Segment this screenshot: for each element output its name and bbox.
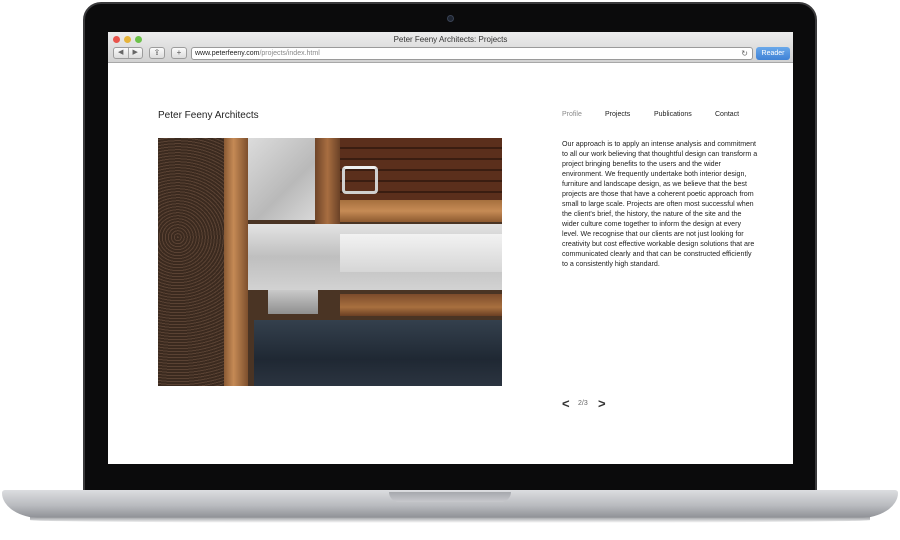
laptop-frame: Peter Feeny Architects: Projects ◀ ▶ ⇪ +… (0, 0, 900, 540)
project-photo (158, 138, 502, 386)
nav-publications[interactable]: Publications (654, 111, 692, 118)
pager-count: 2/3 (578, 400, 588, 407)
photo-slab-inner (340, 234, 502, 272)
nav-contact[interactable]: Contact (715, 111, 739, 118)
reload-icon[interactable]: ↻ (741, 49, 748, 58)
photo-deck-board (340, 200, 502, 222)
photo-beam-low (340, 294, 502, 316)
photo-stone (248, 138, 315, 220)
nav-profile[interactable]: Profile (562, 111, 582, 118)
site-title[interactable]: Peter Feeny Architects (158, 110, 259, 121)
address-bar[interactable]: www.peterfeeny.com/projects/index.html ↻ (191, 47, 753, 60)
next-arrow-icon[interactable]: > (598, 396, 606, 411)
photo-beam (224, 138, 248, 386)
back-forward-buttons: ◀ ▶ (113, 47, 143, 59)
photo-bracket (268, 290, 318, 314)
laptop-notch (389, 492, 511, 502)
camera-icon (447, 15, 454, 22)
add-bookmark-icon[interactable]: + (171, 47, 187, 59)
photo-handle (342, 166, 378, 194)
project-description: Our approach is to apply an intense anal… (562, 140, 758, 268)
window-title: Peter Feeny Architects: Projects (393, 35, 508, 44)
reader-button[interactable]: Reader (756, 47, 790, 60)
photo-gravel (158, 138, 224, 386)
photo-water (254, 320, 502, 386)
forward-icon[interactable]: ▶ (127, 48, 143, 58)
browser-window: Peter Feeny Architects: Projects ◀ ▶ ⇪ +… (108, 32, 793, 464)
nav-projects[interactable]: Projects (605, 111, 630, 118)
browser-titlebar: Peter Feeny Architects: Projects ◀ ▶ ⇪ +… (108, 32, 793, 63)
photo-beam-mid (315, 138, 340, 226)
url-host: www.peterfeeny.com (195, 50, 260, 57)
share-icon[interactable]: ⇪ (149, 47, 165, 59)
url-text: www.peterfeeny.com/projects/index.html (195, 50, 320, 57)
url-path: /projects/index.html (259, 50, 320, 57)
base-shadow (30, 517, 870, 523)
prev-arrow-icon[interactable]: < (562, 396, 570, 411)
back-icon[interactable]: ◀ (114, 48, 128, 58)
